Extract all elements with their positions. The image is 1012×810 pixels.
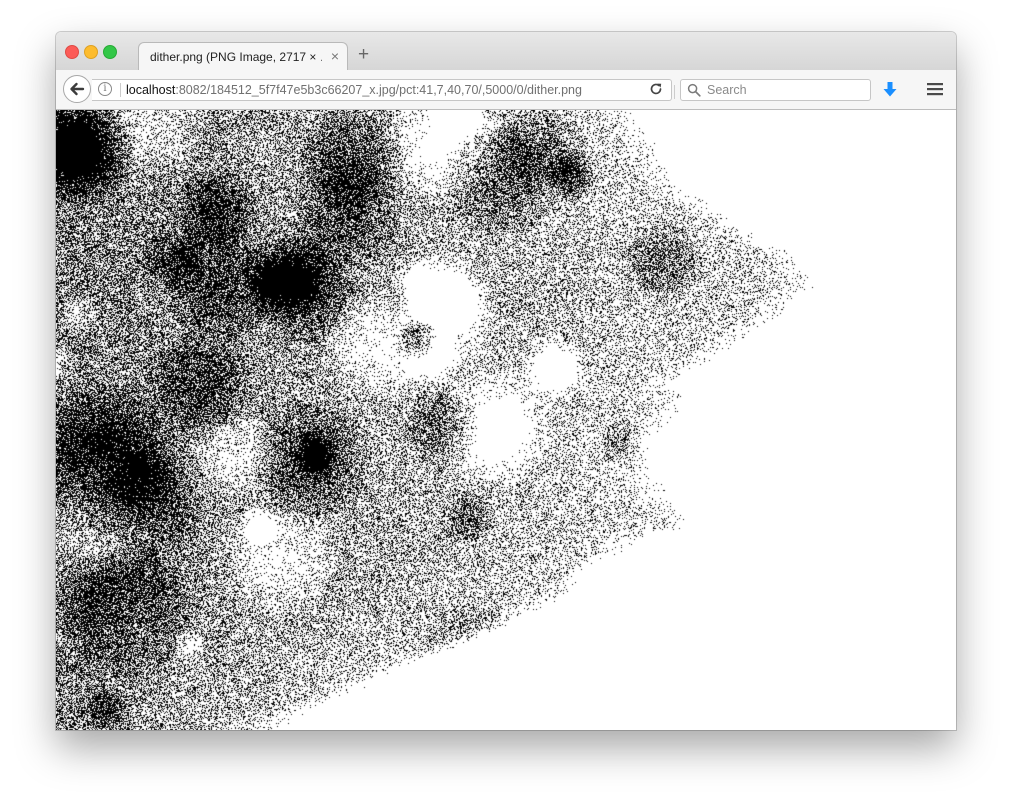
browser-window: dither.png (PNG Image, 2717 × … × + i lo…	[56, 32, 956, 730]
tab-close-icon[interactable]: ×	[331, 48, 339, 64]
back-button[interactable]	[63, 75, 91, 103]
hamburger-menu-icon[interactable]	[927, 82, 943, 96]
url-text[interactable]: localhost:8082/184512_5f7f47e5b3c66207_x…	[126, 83, 582, 97]
url-separator	[120, 83, 121, 97]
info-icon[interactable]: i	[98, 82, 112, 96]
search-placeholder: Search	[707, 83, 747, 97]
back-arrow-icon	[70, 82, 85, 96]
url-path: :8082/184512_5f7f47e5b3c66207_x.jpg/pct:…	[175, 83, 582, 97]
tab-dither-png[interactable]: dither.png (PNG Image, 2717 × … ×	[138, 42, 348, 71]
url-host: localhost	[126, 83, 176, 97]
close-window-button[interactable]	[65, 45, 79, 59]
minimize-window-button[interactable]	[84, 45, 98, 59]
search-icon	[687, 83, 701, 97]
reload-separator	[674, 85, 675, 99]
title-bar: dither.png (PNG Image, 2717 × … × +	[56, 32, 956, 71]
new-tab-button[interactable]: +	[358, 44, 369, 66]
download-arrow-icon[interactable]	[882, 81, 898, 99]
reload-icon[interactable]	[648, 81, 664, 97]
dithered-image	[56, 110, 956, 730]
tab-title: dither.png (PNG Image, 2717 × …	[150, 50, 322, 64]
image-viewport	[56, 110, 956, 730]
url-bar[interactable]: i localhost:8082/184512_5f7f47e5b3c66207…	[92, 79, 675, 101]
navigation-toolbar: i localhost:8082/184512_5f7f47e5b3c66207…	[56, 70, 956, 110]
search-bar[interactable]: Search	[680, 79, 871, 101]
maximize-window-button[interactable]	[103, 45, 117, 59]
